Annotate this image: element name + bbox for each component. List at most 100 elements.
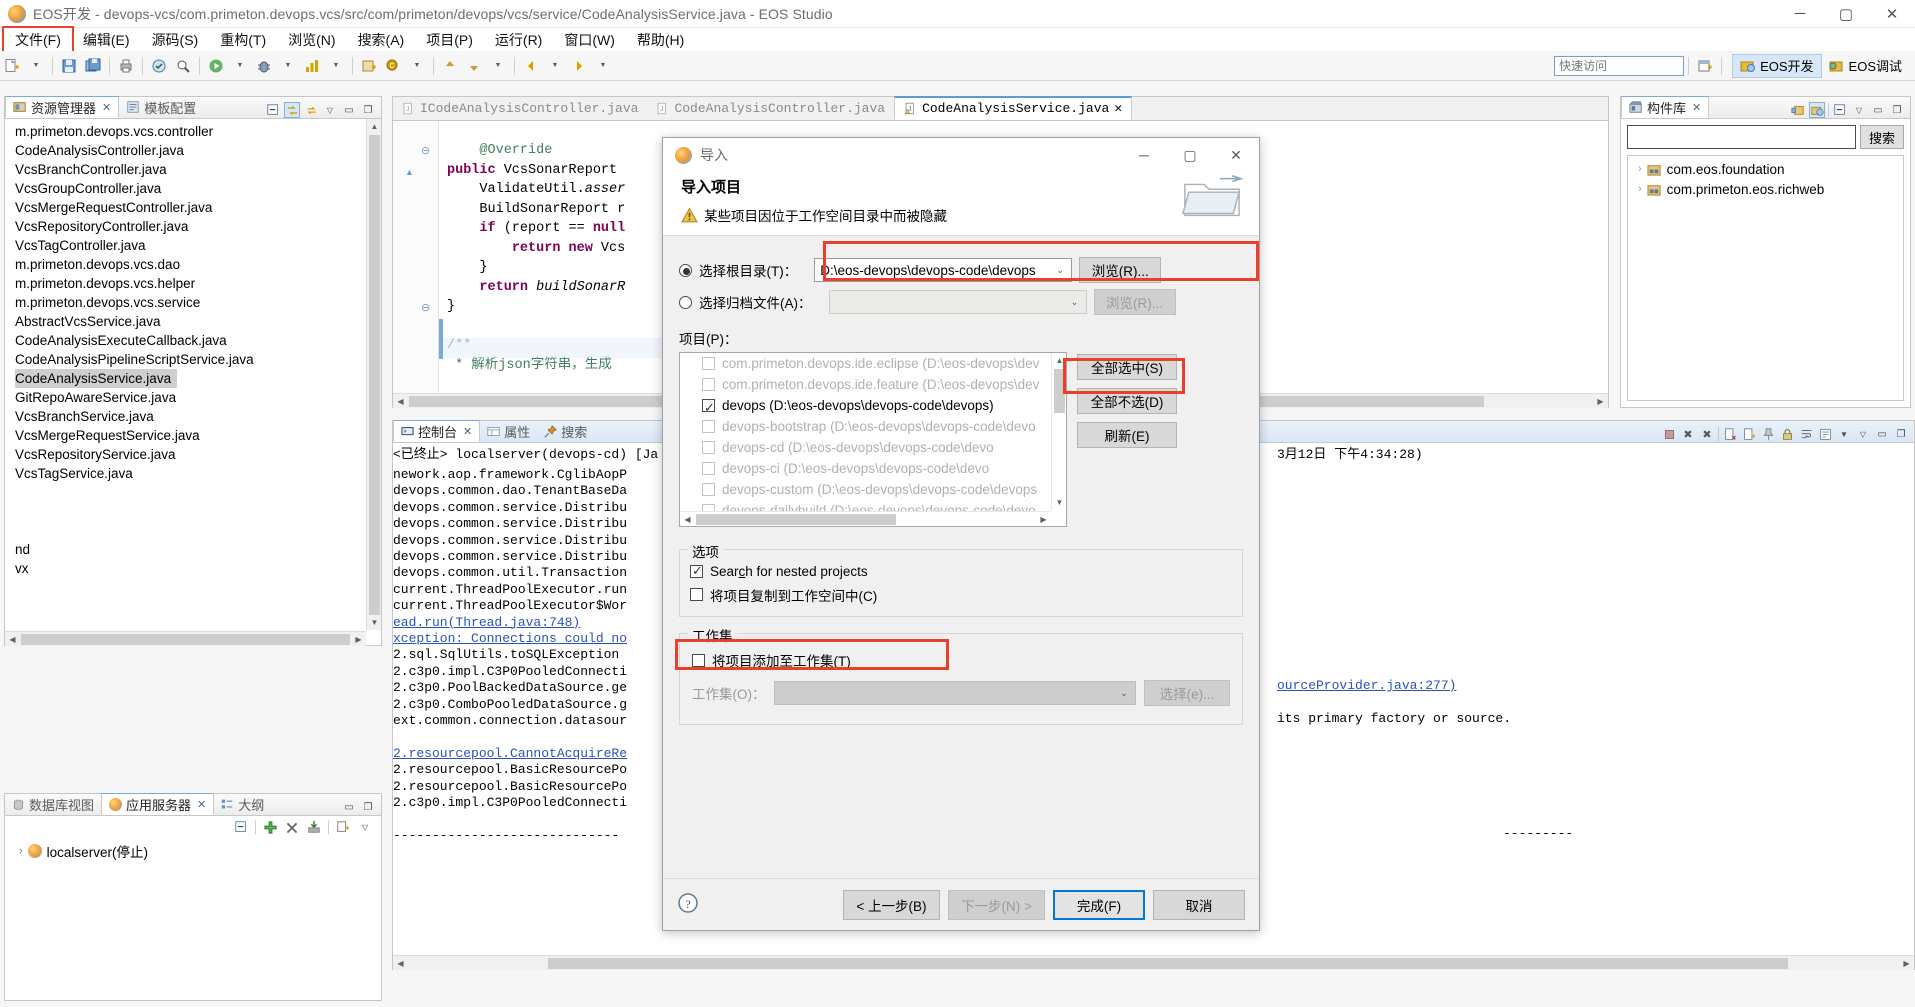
new-java-package-icon[interactable] <box>358 55 380 77</box>
tree-item-selected[interactable]: CodeAnalysisService.java <box>15 369 177 388</box>
view-menu-icon[interactable]: ▽ <box>322 102 338 118</box>
menu-item-refactor[interactable]: 重构(T) <box>209 28 277 52</box>
project-checkbox[interactable] <box>702 483 715 496</box>
explorer-vertical-scrollbar[interactable]: ▲ ▼ <box>366 119 381 630</box>
close-button[interactable]: ✕ <box>1869 0 1915 28</box>
component-item-foundation[interactable]: › com.eos.foundation <box>1628 159 1903 179</box>
archive-file-radio[interactable] <box>679 296 692 309</box>
tree-item[interactable]: VcsGroupController.java <box>5 179 381 198</box>
run-icon[interactable] <box>205 55 227 77</box>
project-list-item[interactable]: devops-custom (D:\eos-devops\devops-code… <box>680 479 1066 500</box>
expander-icon[interactable]: › <box>1638 183 1642 195</box>
scroll-right-arrow-icon[interactable]: ▶ <box>1036 512 1051 527</box>
perspective-eos-debug[interactable]: EOS调试 <box>1822 54 1909 78</box>
tree-item[interactable]: VcsRepositoryService.java <box>5 445 381 464</box>
menu-item-window[interactable]: 窗口(W) <box>553 28 626 52</box>
print-icon[interactable] <box>115 55 137 77</box>
collapse-all-icon[interactable] <box>1832 102 1848 118</box>
chevron-down-icon[interactable]: ▼ <box>487 55 509 77</box>
chevron-down-icon[interactable]: ▼ <box>325 55 347 77</box>
scroll-up-arrow-icon[interactable]: ▲ <box>1052 353 1067 368</box>
display-selected-console-icon[interactable] <box>1817 426 1833 442</box>
expander-icon[interactable]: › <box>19 845 23 857</box>
tab-template-config[interactable]: 模板配置 <box>119 96 203 118</box>
tab-database-view[interactable]: 数据库视图 <box>5 793 101 815</box>
scroll-lock-icon[interactable] <box>1779 426 1795 442</box>
project-checkbox[interactable] <box>702 399 715 412</box>
chevron-down-icon[interactable]: ▼ <box>277 55 299 77</box>
tree-item[interactable]: CodeAnalysisPipelineScriptService.java <box>5 350 381 369</box>
next-annotation-icon[interactable] <box>463 55 485 77</box>
tab-properties[interactable]: 属性 <box>480 420 537 442</box>
minimize-icon[interactable]: ▭ <box>1874 426 1890 442</box>
chevron-down-icon[interactable]: ▼ <box>592 55 614 77</box>
component-search-input[interactable] <box>1627 125 1856 149</box>
save-all-icon[interactable] <box>82 55 104 77</box>
import-component-icon[interactable] <box>1790 102 1806 118</box>
cancel-button[interactable]: 取消 <box>1153 890 1245 920</box>
tree-item[interactable]: VcsMergeRequestController.java <box>5 198 381 217</box>
project-list-item[interactable]: devops-bootstrap (D:\eos-devops\devops-c… <box>680 416 1066 437</box>
debug-icon[interactable] <box>253 55 275 77</box>
tab-component-library[interactable]: 构件库 ✕ <box>1621 96 1709 118</box>
previous-annotation-icon[interactable] <box>439 55 461 77</box>
explorer-horizontal-scrollbar[interactable]: ◀ ▶ <box>5 631 366 646</box>
search-toolbar-icon[interactable] <box>172 55 194 77</box>
expander-icon[interactable]: › <box>1638 163 1642 175</box>
tree-item[interactable]: VcsTagService.java <box>5 464 381 483</box>
tab-console[interactable]: 控制台 ✕ <box>393 420 480 442</box>
tree-item[interactable]: m.primeton.devops.vcs.controller <box>5 122 381 141</box>
scroll-right-arrow-icon[interactable]: ▶ <box>1593 394 1608 408</box>
perspective-eos-dev[interactable]: EOS开发 <box>1732 54 1821 78</box>
tree-item[interactable]: AbstractVcsService.java <box>5 312 381 331</box>
close-icon[interactable]: ✕ <box>102 101 111 114</box>
maximize-icon[interactable]: ❐ <box>1889 102 1905 118</box>
chevron-down-icon[interactable]: ▼ <box>1836 426 1852 442</box>
tab-app-server[interactable]: 应用服务器 ✕ <box>101 793 214 815</box>
menu-item-search[interactable]: 搜索(A) <box>347 28 416 52</box>
search-nested-projects-row[interactable]: Search for nested projects <box>690 560 1232 583</box>
menu-item-run[interactable]: 运行(R) <box>484 28 553 52</box>
scroll-right-arrow-icon[interactable]: ▶ <box>1899 956 1914 970</box>
tree-item[interactable]: VcsBranchController.java <box>5 160 381 179</box>
project-checkbox[interactable] <box>702 378 715 391</box>
dialog-close-button[interactable]: ✕ <box>1213 138 1259 172</box>
tab-outline[interactable]: 大纲 <box>214 793 271 815</box>
deselect-all-button[interactable]: 全部不选(D) <box>1077 388 1177 414</box>
root-directory-radio[interactable] <box>679 264 692 277</box>
component-tree[interactable]: › com.eos.foundation › com.primeton.eos.… <box>1627 155 1904 401</box>
tree-item[interactable]: VcsMergeRequestService.java <box>5 426 381 445</box>
scroll-thumb[interactable] <box>21 634 350 645</box>
chevron-down-icon[interactable]: ▼ <box>25 55 47 77</box>
remove-all-launches-icon[interactable]: ✖ <box>1699 426 1715 442</box>
explorer-tree[interactable]: m.primeton.devops.vcs.controller CodeAna… <box>5 119 381 646</box>
sync-icon[interactable] <box>303 102 319 118</box>
tab-resource-explorer[interactable]: 资源管理器 ✕ <box>5 96 119 118</box>
root-directory-combo[interactable]: D:\eos-devops\devops-code\devops ⌄ <box>814 258 1072 282</box>
build-icon[interactable] <box>148 55 170 77</box>
scroll-thumb[interactable] <box>369 135 380 615</box>
scroll-up-arrow-icon[interactable]: ▲ <box>367 119 381 134</box>
scroll-left-arrow-icon[interactable]: ◀ <box>680 512 695 527</box>
tree-item[interactable]: GitRepoAwareService.java <box>5 388 381 407</box>
scroll-thumb[interactable] <box>696 514 896 525</box>
tree-item[interactable]: CodeAnalysisController.java <box>5 141 381 160</box>
maximize-button[interactable]: ▢ <box>1823 0 1869 28</box>
project-checkbox[interactable] <box>702 462 715 475</box>
servers-list[interactable]: › localserver(停止) <box>5 838 381 998</box>
new-class-icon[interactable]: C <box>382 55 404 77</box>
copy-projects-row[interactable]: 将项目复制到工作空间中(C) <box>690 583 1232 606</box>
open-perspective-icon[interactable] <box>1694 55 1716 77</box>
tree-item[interactable]: VcsRepositoryController.java <box>5 217 381 236</box>
menu-item-project[interactable]: 项目(P) <box>415 28 484 52</box>
maximize-icon[interactable]: ❐ <box>360 799 376 815</box>
select-all-button[interactable]: 全部选中(S) <box>1077 354 1177 380</box>
console-right-link-line[interactable]: ourceProvider.java:277) <box>1277 678 1456 694</box>
delete-icon[interactable] <box>284 819 300 835</box>
dialog-minimize-button[interactable]: ─ <box>1121 138 1167 172</box>
close-icon[interactable]: ✕ <box>1692 101 1701 114</box>
collapse-all-icon[interactable] <box>233 819 249 835</box>
chevron-down-icon[interactable]: ▼ <box>544 55 566 77</box>
project-list-item[interactable]: com.primeton.devops.ide.feature (D:\eos-… <box>680 374 1066 395</box>
projects-horizontal-scrollbar[interactable]: ◀ ▶ <box>680 511 1051 526</box>
